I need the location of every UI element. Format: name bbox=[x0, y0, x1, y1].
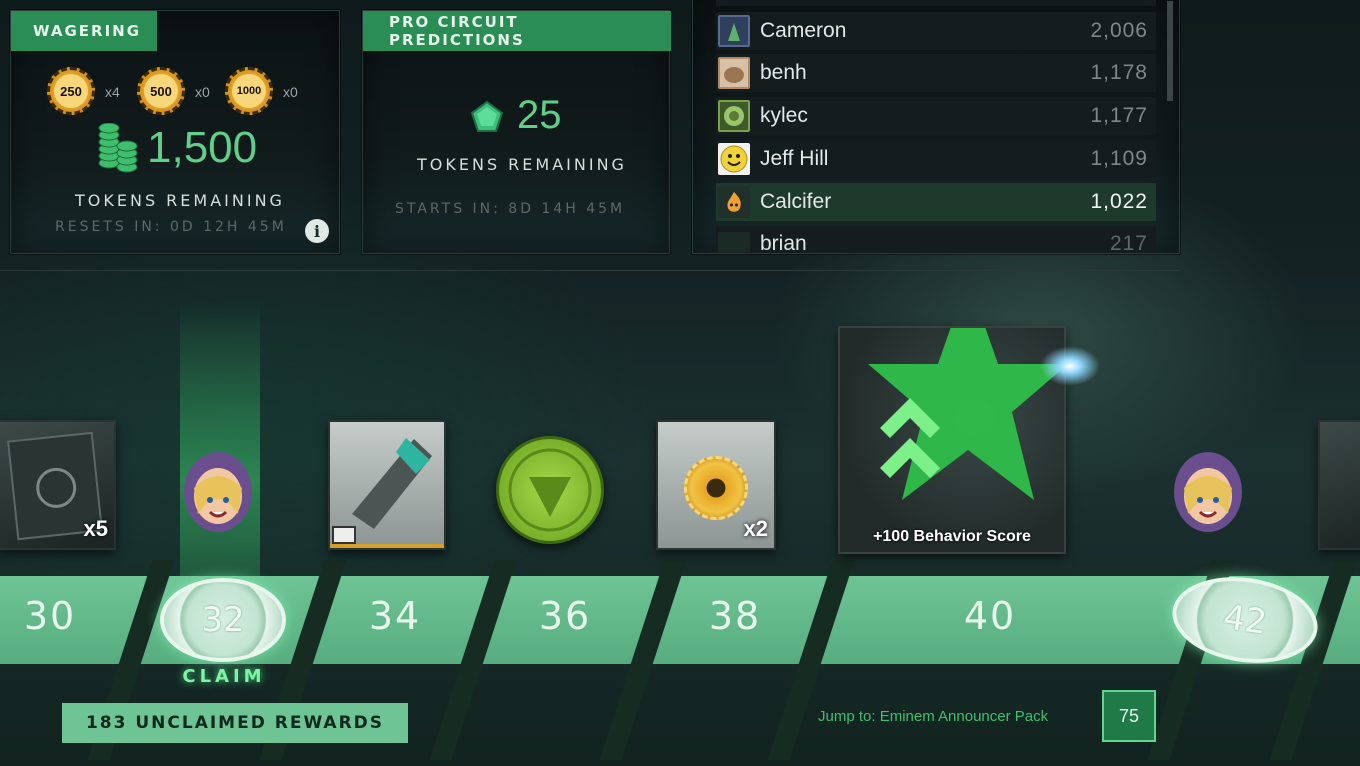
chip-1000-count: x0 bbox=[283, 84, 298, 100]
player-score: 2,006 bbox=[1090, 19, 1148, 42]
leaderboard-row[interactable]: kylec 1,177 bbox=[716, 97, 1156, 135]
predictions-header: PRO CIRCUIT PREDICTIONS bbox=[363, 11, 671, 51]
gem-icon bbox=[469, 99, 505, 135]
info-icon[interactable]: i bbox=[305, 219, 329, 243]
jump-level-box[interactable]: 75 bbox=[1102, 690, 1156, 742]
player-cards-reward[interactable]: x5 bbox=[0, 420, 116, 550]
unclaimed-rewards-button[interactable]: 183 UNCLAIMED REWARDS bbox=[62, 703, 408, 743]
weapon-reward[interactable] bbox=[328, 420, 446, 550]
player-name: Calcifer bbox=[760, 190, 832, 213]
player-name: benh bbox=[760, 61, 807, 84]
jump-to-link[interactable]: Jump to: Eminem Announcer Pack bbox=[818, 708, 1048, 725]
leaderboard-scrollbar[interactable] bbox=[1167, 1, 1173, 101]
avatar bbox=[718, 100, 750, 132]
smiley-avatar-icon bbox=[718, 143, 750, 175]
player-score: 217 bbox=[1109, 232, 1148, 252]
wagering-token-count: 1,500 bbox=[147, 123, 258, 172]
player-score: 1,022 bbox=[1090, 190, 1148, 213]
treasure-chest-icon bbox=[332, 526, 356, 544]
player-name: Jeff Hill bbox=[760, 147, 829, 170]
crystal-sword-icon bbox=[344, 434, 434, 534]
crystal-maiden-icon[interactable] bbox=[1166, 444, 1250, 534]
leaderboard-row[interactable]: Jeff Hill 1,109 bbox=[716, 140, 1156, 178]
player-name: kylec bbox=[760, 104, 808, 127]
wagering-header: WAGERING bbox=[11, 11, 157, 51]
sparkle-effect bbox=[1040, 346, 1100, 386]
wagering-panel: WAGERING 250 x4 500 x0 1000 x0 1,500 TOK… bbox=[10, 10, 340, 254]
level-40: 40 bbox=[963, 594, 1017, 638]
wagering-tokens-label: TOKENS REMAINING bbox=[75, 191, 285, 210]
player-score: 1,178 bbox=[1090, 61, 1148, 84]
avatar bbox=[718, 57, 750, 89]
leaderboard-row[interactable] bbox=[716, 0, 1156, 6]
next-reward-tile[interactable] bbox=[1318, 420, 1360, 550]
player-score: 1,177 bbox=[1090, 104, 1148, 127]
level-32-claim-chip[interactable]: 32 bbox=[160, 578, 286, 662]
gold-chip-icon bbox=[684, 456, 748, 520]
player-name: brian bbox=[760, 232, 807, 252]
wagering-reset-timer: RESETS IN: 0D 12H 45M bbox=[55, 219, 287, 235]
chip-1000-icon[interactable]: 1000 bbox=[225, 67, 273, 115]
crystal-maiden-icon[interactable] bbox=[176, 444, 260, 534]
leaderboard-row-self[interactable]: Calcifer 1,022 bbox=[716, 183, 1156, 221]
predictions-panel: PRO CIRCUIT PREDICTIONS 25 TOKENS REMAIN… bbox=[362, 10, 671, 254]
chip-500-icon[interactable]: 500 bbox=[137, 67, 185, 115]
rarity-bar bbox=[330, 544, 444, 548]
level-38: 38 bbox=[708, 594, 762, 638]
emblem-reward-icon[interactable] bbox=[496, 436, 604, 544]
leaderboard-row[interactable]: benh 1,178 bbox=[716, 54, 1156, 92]
level-36: 36 bbox=[538, 594, 592, 638]
avatar bbox=[718, 15, 750, 47]
player-name: Cameron bbox=[760, 19, 847, 42]
reward-quantity: x2 bbox=[743, 516, 768, 541]
level-34: 34 bbox=[368, 594, 422, 638]
leaderboard-row[interactable]: brian 217 bbox=[716, 226, 1156, 252]
chip-500-count: x0 bbox=[195, 84, 210, 100]
level-30: 30 bbox=[23, 594, 77, 638]
chip-250-count: x4 bbox=[105, 84, 120, 100]
flame-avatar-icon bbox=[718, 186, 750, 218]
reward-label: +100 Behavior Score bbox=[873, 528, 1031, 545]
reward-quantity: x5 bbox=[83, 516, 108, 541]
predictions-token-count: 25 bbox=[517, 93, 562, 137]
predictions-start-timer: STARTS IN: 8D 14H 45M bbox=[395, 201, 626, 217]
token-stack-icon bbox=[97, 122, 139, 173]
avatar bbox=[718, 232, 750, 252]
divider-line bbox=[0, 270, 1180, 271]
behavior-star-icon bbox=[850, 328, 1064, 508]
predictions-tokens-label: TOKENS REMAINING bbox=[417, 155, 627, 174]
chip-250-icon[interactable]: 250 bbox=[47, 67, 95, 115]
leaderboard-row[interactable]: Cameron 2,006 bbox=[716, 12, 1156, 50]
claim-button[interactable]: CLAIM bbox=[168, 666, 280, 687]
chip-bundle-reward[interactable]: x2 bbox=[656, 420, 776, 550]
behavior-score-reward[interactable]: +100 Behavior Score bbox=[838, 326, 1066, 554]
player-score: 1,109 bbox=[1090, 147, 1148, 170]
